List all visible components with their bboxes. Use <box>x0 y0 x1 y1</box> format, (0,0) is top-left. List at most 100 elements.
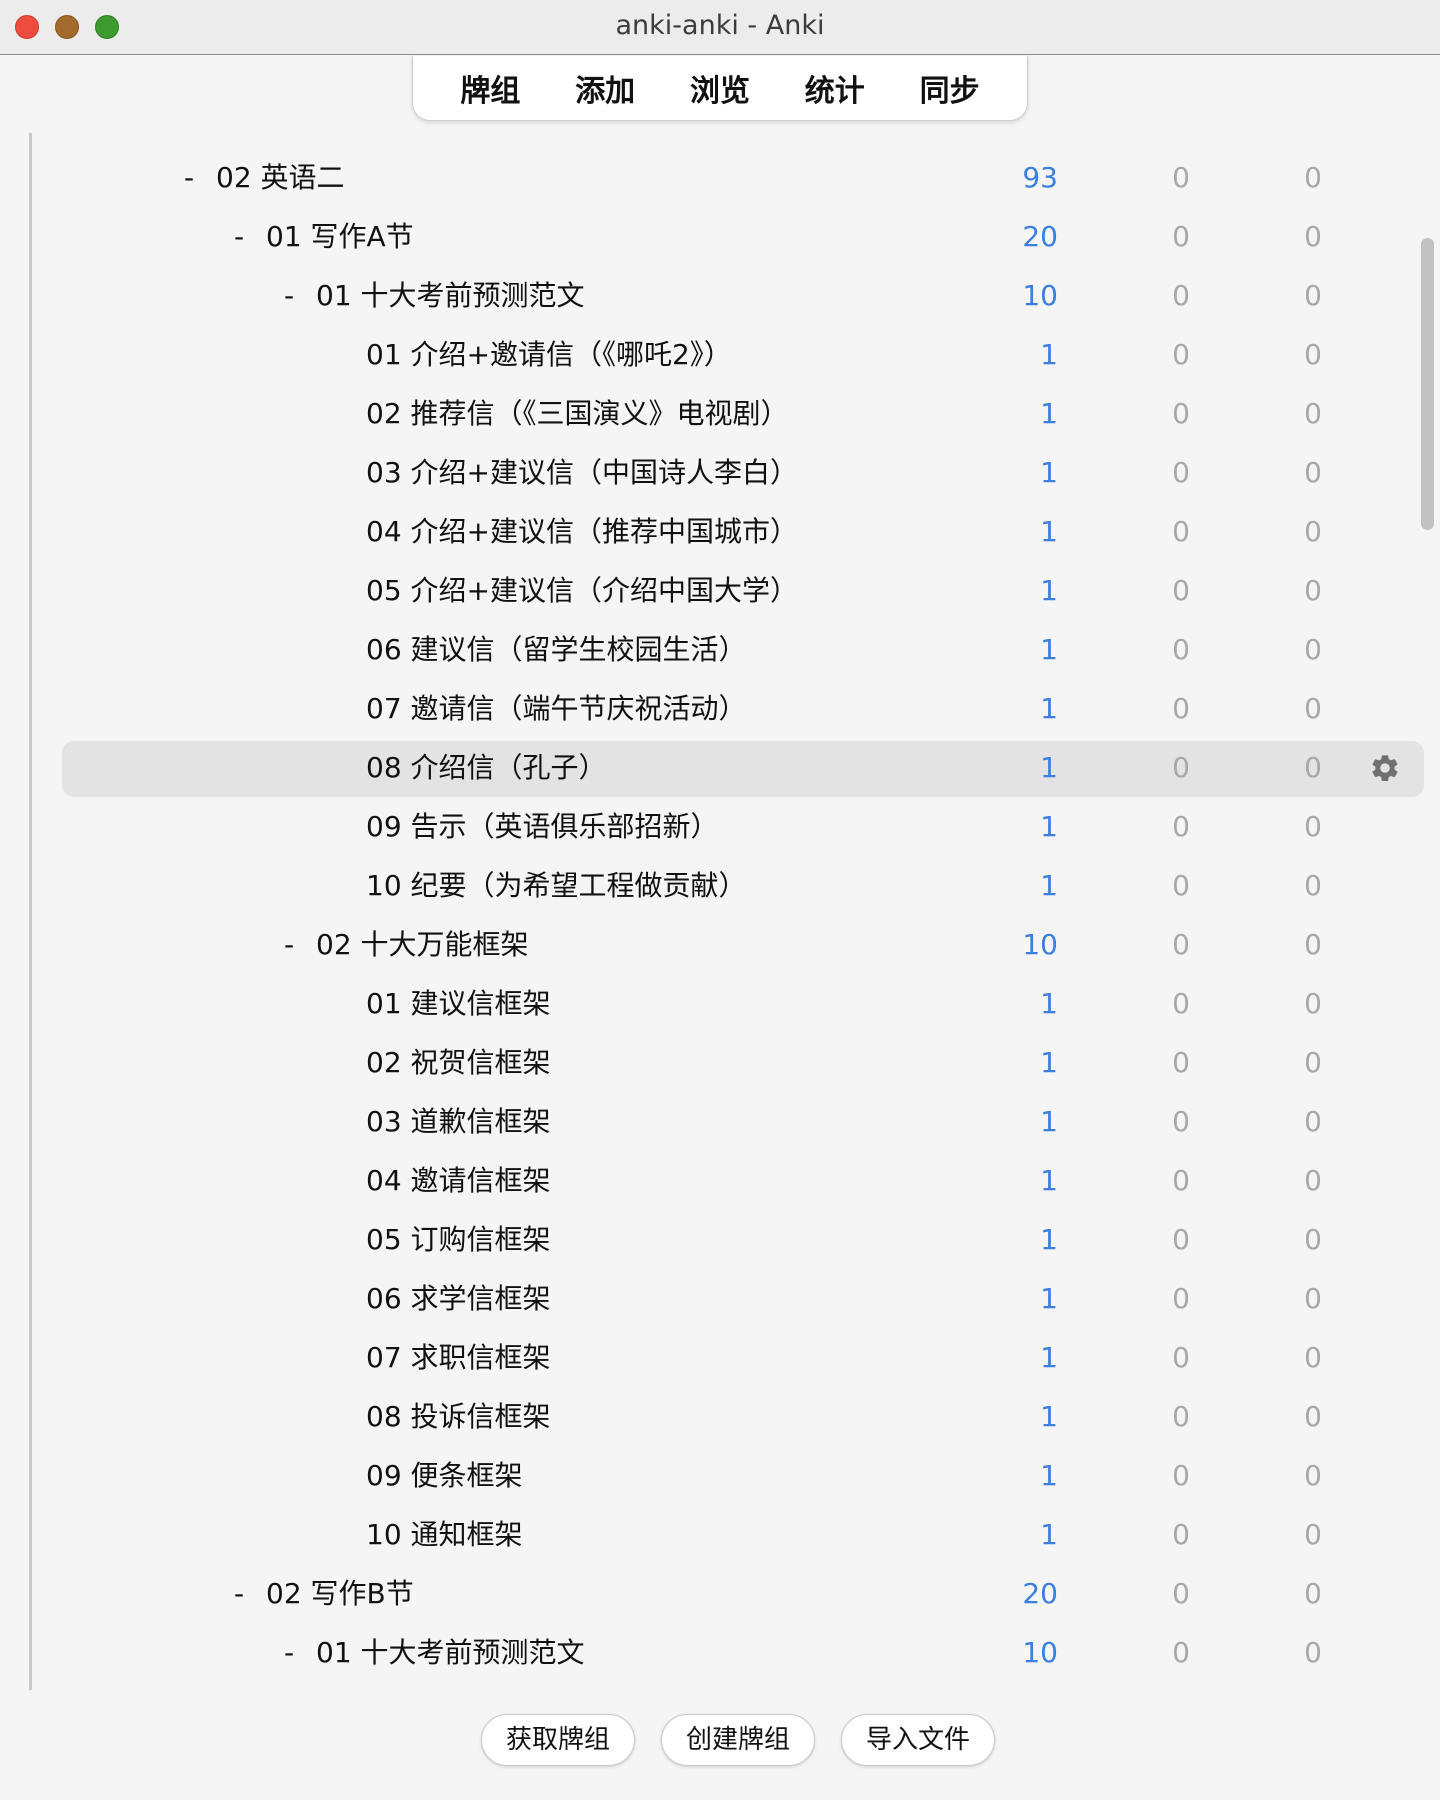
deck-row[interactable]: 06 求学信框架 1 0 0 <box>0 1269 1440 1328</box>
decks-button[interactable]: 牌组 <box>450 62 530 114</box>
deck-row[interactable]: -01 十大考前预测范文 10 0 0 <box>0 1623 1440 1682</box>
review-count: 0 <box>1304 1577 1322 1610</box>
deck-row[interactable]: 07 邀请信（端午节庆祝活动） 1 0 0 <box>0 679 1440 738</box>
deck-name[interactable]: 04 邀请信框架 <box>366 1151 551 1210</box>
create-deck-button[interactable]: 创建牌组 <box>661 1714 815 1766</box>
deck-name[interactable]: 01 十大考前预测范文 <box>316 266 585 325</box>
deck-name[interactable]: 06 求学信框架 <box>366 1269 551 1328</box>
deck-name[interactable]: 09 便条框架 <box>366 1446 523 1505</box>
collapse-toggle[interactable]: - <box>284 266 294 325</box>
new-count: 10 <box>1022 1636 1058 1669</box>
deck-row[interactable]: 09 便条框架 1 0 0 <box>0 1446 1440 1505</box>
deck-name[interactable]: 07 邀请信（端午节庆祝活动） <box>366 679 747 738</box>
new-count: 1 <box>1040 987 1058 1020</box>
collapse-toggle[interactable]: - <box>234 207 244 266</box>
learn-count: 0 <box>1172 810 1190 843</box>
review-count: 0 <box>1304 1223 1322 1256</box>
deck-row[interactable]: 08 投诉信框架 1 0 0 <box>0 1387 1440 1446</box>
deck-name[interactable]: 03 介绍+建议信（中国诗人李白） <box>366 443 798 502</box>
new-count: 1 <box>1040 397 1058 430</box>
new-count: 1 <box>1040 1105 1058 1138</box>
deck-row[interactable]: 01 建议信框架 1 0 0 <box>0 974 1440 1033</box>
bottom-bar: 获取牌组 创建牌组 导入文件 <box>0 1690 1440 1800</box>
learn-count: 0 <box>1172 1046 1190 1079</box>
new-count: 10 <box>1022 279 1058 312</box>
deck-row[interactable]: -01 十大考前预测范文 10 0 0 <box>0 266 1440 325</box>
new-count: 1 <box>1040 692 1058 725</box>
deck-row[interactable]: 03 介绍+建议信（中国诗人李白） 1 0 0 <box>0 443 1440 502</box>
deck-row[interactable]: 09 告示（英语俱乐部招新） 1 0 0 <box>0 797 1440 856</box>
deck-name[interactable]: 09 告示（英语俱乐部招新） <box>366 797 719 856</box>
deck-name[interactable]: 08 介绍信（孔子） <box>366 738 607 797</box>
new-count: 1 <box>1040 633 1058 666</box>
new-count: 10 <box>1022 928 1058 961</box>
new-count: 1 <box>1040 869 1058 902</box>
deck-row[interactable]: 10 纪要（为希望工程做贡献） 1 0 0 <box>0 856 1440 915</box>
deck-row[interactable]: 10 通知框架 1 0 0 <box>0 1505 1440 1564</box>
deck-row[interactable]: -01 写作A节 20 0 0 <box>0 207 1440 266</box>
collapse-toggle[interactable]: - <box>184 148 194 207</box>
deck-name[interactable]: 04 介绍+建议信（推荐中国城市） <box>366 502 798 561</box>
learn-count: 0 <box>1172 1282 1190 1315</box>
deck-row[interactable]: 01 介绍+邀请信（《哪吒2》） 1 0 0 <box>0 325 1440 384</box>
deck-name[interactable]: 02 十大万能框架 <box>316 915 529 974</box>
new-count: 1 <box>1040 338 1058 371</box>
collapse-toggle[interactable]: - <box>284 1623 294 1682</box>
new-count: 20 <box>1022 1577 1058 1610</box>
new-count: 1 <box>1040 1164 1058 1197</box>
deck-row[interactable]: 04 邀请信框架 1 0 0 <box>0 1151 1440 1210</box>
deck-row[interactable]: 03 道歉信框架 1 0 0 <box>0 1092 1440 1151</box>
learn-count: 0 <box>1172 751 1190 784</box>
deck-name[interactable]: 05 介绍+建议信（介绍中国大学） <box>366 561 798 620</box>
review-count: 0 <box>1304 1518 1322 1551</box>
collapse-toggle[interactable]: - <box>284 915 294 974</box>
deck-row[interactable]: 05 介绍+建议信（介绍中国大学） 1 0 0 <box>0 561 1440 620</box>
deck-name[interactable]: 01 介绍+邀请信（《哪吒2》） <box>366 325 732 384</box>
review-count: 0 <box>1304 161 1322 194</box>
review-count: 0 <box>1304 692 1322 725</box>
deck-row[interactable]: 07 求职信框架 1 0 0 <box>0 1328 1440 1387</box>
review-count: 0 <box>1304 810 1322 843</box>
deck-name[interactable]: 10 纪要（为希望工程做贡献） <box>366 856 747 915</box>
deck-name[interactable]: 02 祝贺信框架 <box>366 1033 551 1092</box>
collapse-toggle[interactable]: - <box>234 1564 244 1623</box>
deck-name[interactable]: 07 求职信框架 <box>366 1328 551 1387</box>
deck-name[interactable]: 05 订购信框架 <box>366 1210 551 1269</box>
deck-row[interactable]: 02 祝贺信框架 1 0 0 <box>0 1033 1440 1092</box>
deck-name[interactable]: 08 投诉信框架 <box>366 1387 551 1446</box>
browse-button[interactable]: 浏览 <box>680 62 760 114</box>
deck-name[interactable]: 01 建议信框架 <box>366 974 551 1033</box>
deck-name[interactable]: 02 英语二 <box>216 148 345 207</box>
learn-count: 0 <box>1172 1636 1190 1669</box>
deck-row[interactable]: 05 订购信框架 1 0 0 <box>0 1210 1440 1269</box>
deck-row[interactable]: 06 建议信（留学生校园生活） 1 0 0 <box>0 620 1440 679</box>
deck-row[interactable]: -02 十大万能框架 10 0 0 <box>0 915 1440 974</box>
deck-name[interactable]: 03 道歉信框架 <box>366 1092 551 1151</box>
review-count: 0 <box>1304 1459 1322 1492</box>
learn-count: 0 <box>1172 1164 1190 1197</box>
deck-row[interactable]: 02 推荐信（《三国演义》电视剧） 1 0 0 <box>0 384 1440 443</box>
deck-name[interactable]: 02 推荐信（《三国演义》电视剧） <box>366 384 789 443</box>
review-count: 0 <box>1304 1282 1322 1315</box>
get-shared-decks-button[interactable]: 获取牌组 <box>481 1714 635 1766</box>
new-count: 1 <box>1040 574 1058 607</box>
review-count: 0 <box>1304 869 1322 902</box>
deck-row[interactable]: 04 介绍+建议信（推荐中国城市） 1 0 0 <box>0 502 1440 561</box>
new-count: 20 <box>1022 220 1058 253</box>
new-count: 1 <box>1040 456 1058 489</box>
deck-name[interactable]: 01 十大考前预测范文 <box>316 1623 585 1682</box>
new-count: 1 <box>1040 751 1058 784</box>
learn-count: 0 <box>1172 928 1190 961</box>
deck-row[interactable]: -02 英语二 93 0 0 <box>0 148 1440 207</box>
stats-button[interactable]: 统计 <box>795 62 875 114</box>
gear-icon[interactable] <box>1369 752 1401 784</box>
sync-button[interactable]: 同步 <box>910 62 990 114</box>
deck-row[interactable]: 08 介绍信（孔子） 1 0 0 <box>0 738 1440 797</box>
import-file-button[interactable]: 导入文件 <box>841 1714 995 1766</box>
deck-name[interactable]: 01 写作A节 <box>266 207 414 266</box>
deck-name[interactable]: 02 写作B节 <box>266 1564 414 1623</box>
add-button[interactable]: 添加 <box>565 62 645 114</box>
deck-row[interactable]: -02 写作B节 20 0 0 <box>0 1564 1440 1623</box>
deck-name[interactable]: 06 建议信（留学生校园生活） <box>366 620 747 679</box>
deck-name[interactable]: 10 通知框架 <box>366 1505 523 1564</box>
